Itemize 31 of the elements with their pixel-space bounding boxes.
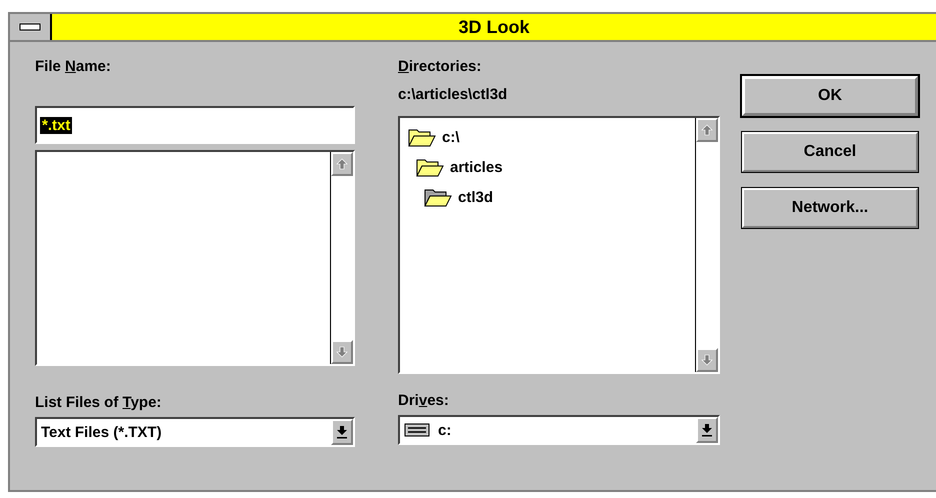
- down-arrow-icon: [336, 346, 348, 358]
- field-label: List Files of Type:: [35, 393, 162, 413]
- file-list[interactable]: [35, 150, 355, 366]
- scroll-down-button[interactable]: [696, 348, 718, 372]
- up-arrow-icon: [701, 124, 713, 136]
- dropdown-button[interactable]: [696, 417, 718, 443]
- dropdown[interactable]: c:: [398, 415, 720, 445]
- field-label: Directories:: [398, 57, 482, 77]
- directory-item[interactable]: articles: [450, 158, 503, 176]
- scroll-down-button[interactable]: [331, 340, 353, 364]
- dropdown[interactable]: Text Files (*.TXT): [35, 417, 355, 447]
- minus-icon: [19, 23, 41, 31]
- down-arrow-icon: [336, 425, 348, 439]
- up-arrow-icon: [336, 158, 348, 170]
- dialog-button[interactable]: Cancel: [742, 132, 918, 172]
- down-arrow-icon: [701, 354, 713, 366]
- directory-item[interactable]: ctl3d: [458, 188, 494, 206]
- dropdown-button[interactable]: [331, 419, 353, 445]
- field-label: File Name:: [35, 57, 112, 77]
- window-title: 3D Look: [52, 14, 936, 40]
- field-label: Drives:: [398, 391, 450, 411]
- directory-list[interactable]: c:\ articles ctl3d: [398, 116, 720, 374]
- down-arrow-icon: [701, 423, 713, 437]
- scroll-up-button[interactable]: [331, 152, 353, 176]
- dialog-button[interactable]: OK: [742, 76, 918, 116]
- directory-item[interactable]: c:\: [442, 128, 460, 146]
- directory-path: c:\articles\ctl3d: [398, 86, 508, 105]
- drive-icon: [404, 423, 430, 437]
- input-field[interactable]: *.txt: [35, 106, 355, 144]
- dialog-button[interactable]: Network...: [742, 188, 918, 228]
- scroll-up-button[interactable]: [696, 118, 718, 142]
